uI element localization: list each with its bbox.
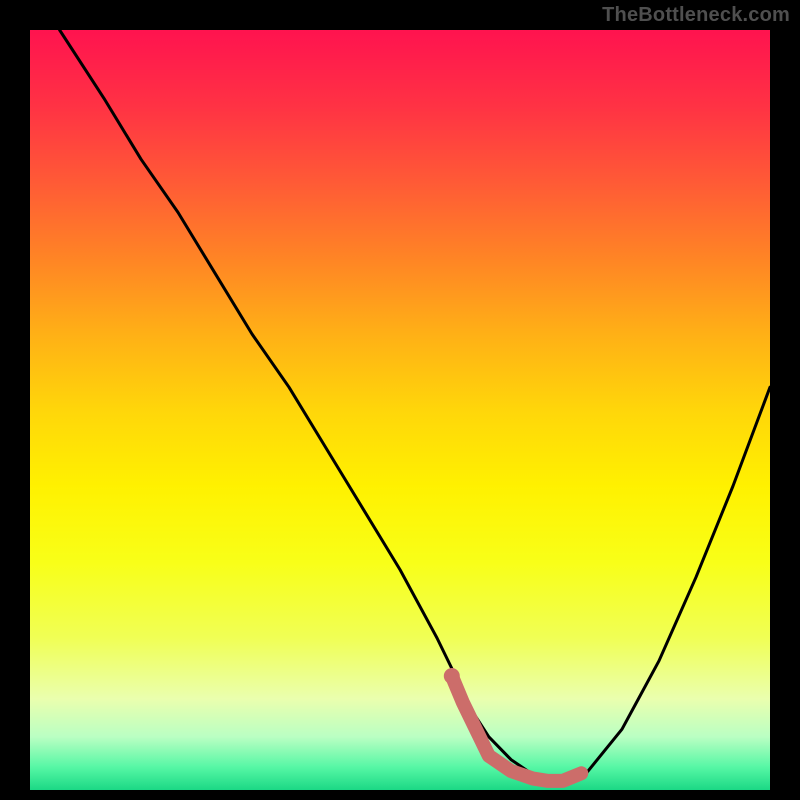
- highlight-dot: [444, 668, 460, 684]
- chart-stage: TheBottleneck.com: [0, 0, 800, 800]
- bottleneck-chart: [0, 0, 800, 800]
- chart-background: [30, 30, 770, 790]
